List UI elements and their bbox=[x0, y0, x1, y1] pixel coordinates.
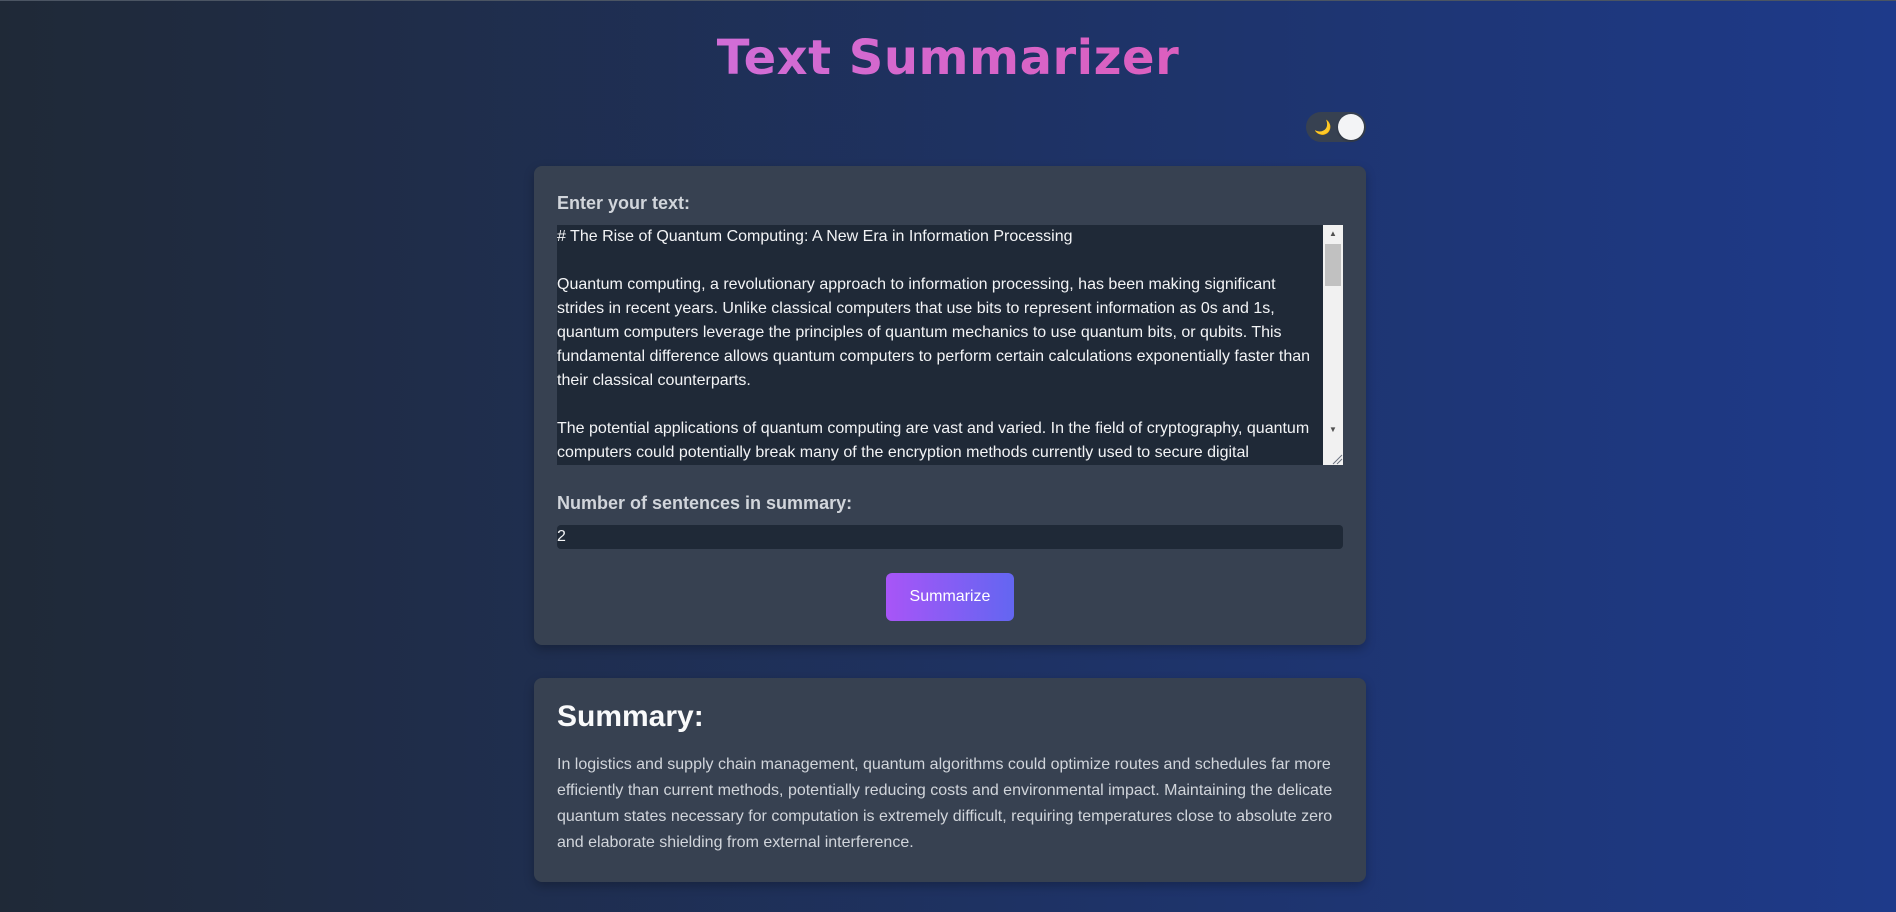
resize-grip-icon[interactable] bbox=[1329, 451, 1343, 465]
sentences-number-input[interactable]: 2 bbox=[557, 525, 1343, 549]
summarize-button[interactable]: Summarize bbox=[886, 573, 1014, 621]
text-input-area[interactable]: # The Rise of Quantum Computing: A New E… bbox=[557, 225, 1343, 465]
scrollbar-thumb[interactable] bbox=[1325, 244, 1341, 286]
scroll-down-arrow-icon[interactable]: ▼ bbox=[1323, 421, 1343, 438]
toggle-knob bbox=[1338, 114, 1364, 140]
theme-toggle[interactable]: 🌙 bbox=[1306, 112, 1366, 142]
page-title: Text Summarizer bbox=[0, 28, 1896, 88]
input-card: Enter your text: # The Rise of Quantum C… bbox=[534, 166, 1366, 645]
textarea-scrollbar[interactable]: ▲ ▼ bbox=[1323, 225, 1343, 465]
summary-card: Summary: In logistics and supply chain m… bbox=[534, 678, 1366, 882]
summary-heading: Summary: bbox=[557, 700, 704, 733]
summary-text: In logistics and supply chain management… bbox=[557, 756, 1333, 851]
moon-icon: 🌙 bbox=[1314, 119, 1332, 135]
text-input-label: Enter your text: bbox=[557, 193, 691, 213]
text-input-content[interactable]: # The Rise of Quantum Computing: A New E… bbox=[557, 225, 1321, 465]
scroll-up-arrow-icon[interactable]: ▲ bbox=[1323, 225, 1343, 242]
sentences-label: Number of sentences in summary: bbox=[557, 493, 853, 513]
